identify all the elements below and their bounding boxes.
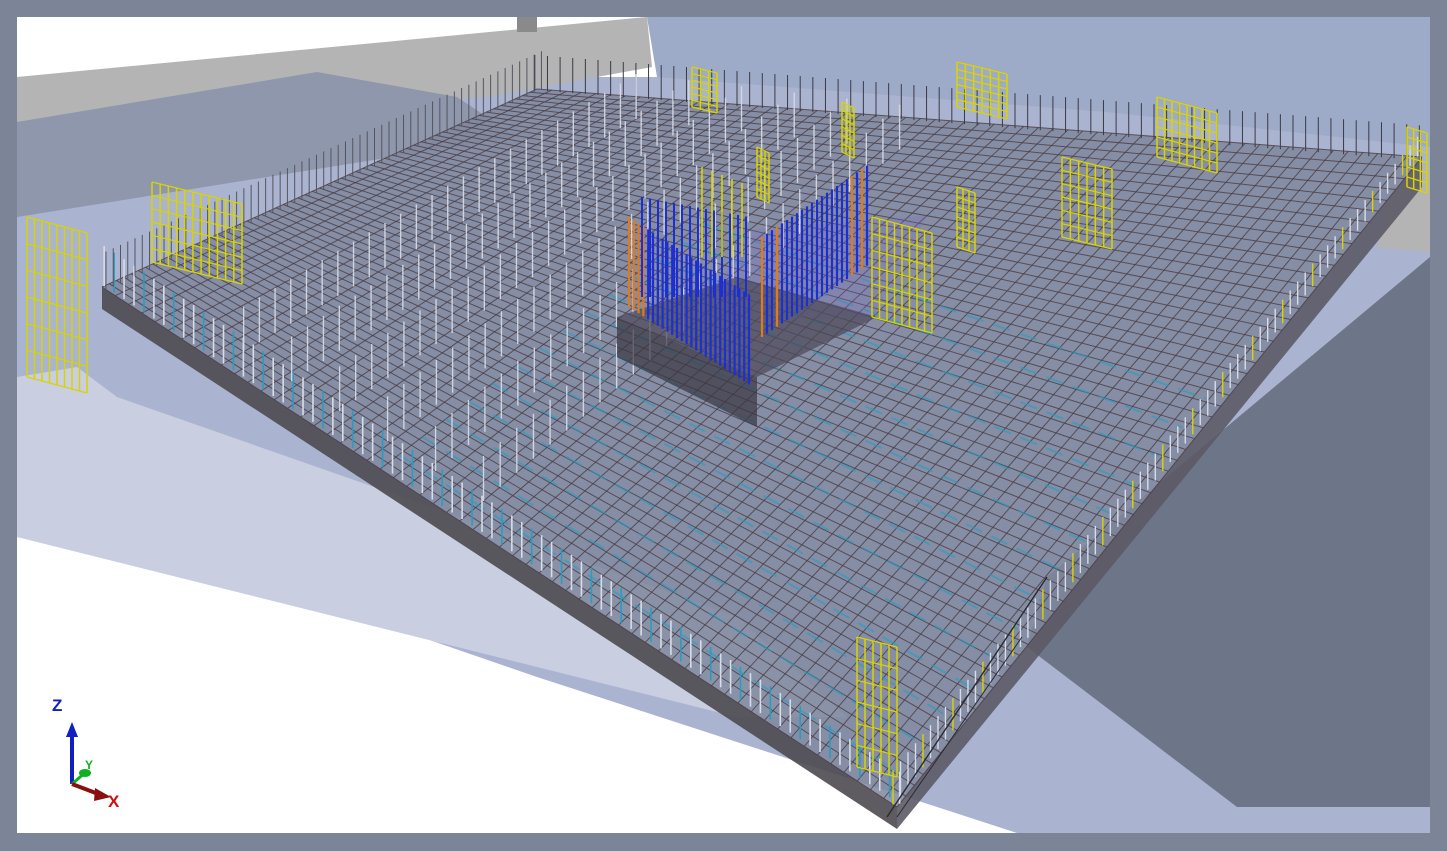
axis-triad: Z Y X [35, 689, 125, 811]
z-axis-label: Z [52, 696, 63, 715]
z-axis-arrowhead [66, 722, 78, 737]
3d-viewport[interactable]: Z Y X [17, 17, 1430, 833]
y-axis-label: Y [85, 758, 94, 772]
building-chimney [517, 17, 537, 32]
x-axis-label: X [108, 792, 120, 811]
rebar-model-scene[interactable] [17, 17, 1430, 833]
axis-triad-arrows [66, 722, 111, 801]
background-geometry [17, 17, 1430, 833]
